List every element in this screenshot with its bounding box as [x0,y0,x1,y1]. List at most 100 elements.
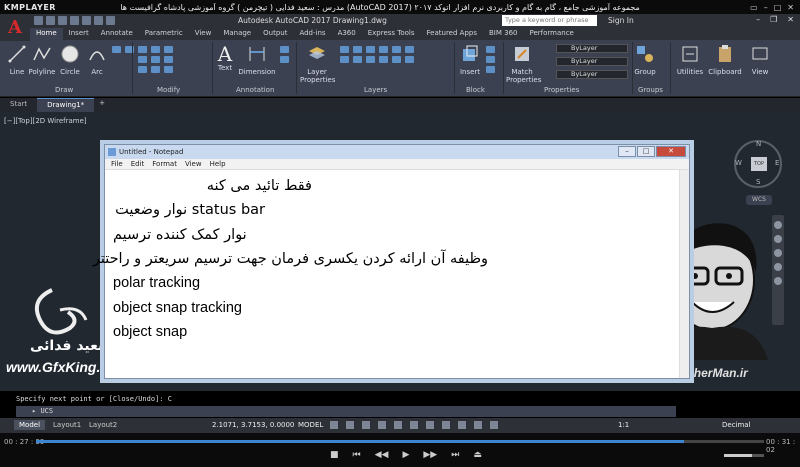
table-icon[interactable] [280,56,289,63]
maximize-icon[interactable]: □ [774,3,782,12]
attribute-icon[interactable] [486,66,495,73]
seek-bar[interactable] [36,440,764,443]
scale-icon[interactable] [151,66,160,73]
notepad-text-area[interactable]: فقط تائید می کنه status bar نوار وضعیت ن… [93,170,689,378]
play-icon[interactable]: ▶ [402,450,409,460]
autocad-app-button[interactable]: A [0,14,30,41]
transparency-icon[interactable] [458,421,466,429]
next-icon[interactable]: ⏭ [451,450,459,460]
tab-layout1[interactable]: Layout1 [48,420,86,430]
ribbon-tab-express-tools[interactable]: Express Tools [362,28,421,40]
units-display[interactable]: Decimal [722,421,751,429]
insert-button[interactable]: Insert [458,44,482,76]
layer-tool-icon[interactable] [379,56,388,63]
copy-icon[interactable] [138,56,147,63]
layer-tool-icon[interactable] [379,46,388,53]
new-tab-plus-icon[interactable]: + [94,98,110,112]
notepad-title-bar[interactable]: Untitled - Notepad – □ ✕ [105,145,689,159]
ribbon-tab-view[interactable]: View [189,28,218,40]
dimension-button[interactable]: Dimension [238,44,276,76]
layer-tool-icon[interactable] [392,56,401,63]
volume-slider[interactable] [724,454,764,457]
viewport-controls[interactable]: [−][Top][2D Wireframe] [4,117,87,125]
tab-drawing1[interactable]: Drawing1* [37,98,95,112]
layer-tool-icon[interactable] [340,46,349,53]
clipboard-button[interactable]: Clipboard [708,44,742,76]
object-snap-icon[interactable] [426,421,434,429]
minimize-icon[interactable]: – [618,146,636,157]
trim-icon[interactable] [164,46,173,53]
menu-edit[interactable]: Edit [131,159,145,169]
open-icon[interactable] [46,16,55,25]
text-button[interactable]: A Text [216,42,234,72]
annotation-visibility-icon[interactable] [490,421,498,429]
restore-icon[interactable]: ❐ [770,15,777,24]
save-icon[interactable] [58,16,67,25]
object-snap-tracking-icon[interactable] [410,421,418,429]
notepad-scrollbar[interactable] [679,170,689,378]
ribbon-tab-a360[interactable]: A360 [332,28,362,40]
viewcube-top-face[interactable]: TOP [751,157,767,171]
create-block-icon[interactable] [486,46,495,53]
model-space-toggle[interactable]: MODEL [298,421,323,429]
polar-tracking-icon[interactable] [378,421,386,429]
plot-icon[interactable] [82,16,91,25]
pin-icon[interactable]: ▭ [750,3,758,12]
selection-cycling-icon[interactable] [474,421,482,429]
saveas-icon[interactable] [70,16,79,25]
rewind-icon[interactable]: ◀◀ [375,450,389,460]
ribbon-tab-manage[interactable]: Manage [217,28,257,40]
tab-start[interactable]: Start [0,98,37,112]
leader-icon[interactable] [280,46,289,53]
ribbon-tab-annotate[interactable]: Annotate [95,28,139,40]
lineweight-icon[interactable] [442,421,450,429]
command-line-input[interactable]: ▸ UCS [16,406,676,417]
group-button[interactable]: Group [634,44,656,76]
stop-icon[interactable]: ■ [330,450,339,460]
minimize-icon[interactable]: – [756,15,760,24]
menu-view[interactable]: View [185,159,202,169]
arc-button[interactable]: Arc [86,44,108,76]
tab-model[interactable]: Model [14,420,46,430]
search-input[interactable]: Type a keyword or phrase [502,15,597,26]
layer-tool-icon[interactable] [340,56,349,63]
ortho-icon[interactable] [362,421,370,429]
close-icon[interactable]: ✕ [656,146,686,157]
match-properties-button[interactable]: Match Properties [506,44,541,84]
edit-block-icon[interactable] [486,56,495,63]
menu-format[interactable]: Format [152,159,177,169]
minimize-icon[interactable]: – [764,3,768,12]
fillet-icon[interactable] [164,56,173,63]
circle-button[interactable]: Circle [58,44,82,76]
mirror-icon[interactable] [151,56,160,63]
snap-icon[interactable] [346,421,354,429]
isodraft-icon[interactable] [394,421,402,429]
ribbon-tab-home[interactable]: Home [30,28,63,40]
layer-tool-icon[interactable] [392,46,401,53]
ribbon-tab-performance[interactable]: Performance [523,28,579,40]
polyline-button[interactable]: Polyline [28,44,56,76]
line-button[interactable]: Line [6,44,28,76]
layer-tool-icon[interactable] [405,46,414,53]
layer-properties-button[interactable]: Layer Properties [300,44,335,84]
undo-icon[interactable] [94,16,103,25]
ribbon-tab-output[interactable]: Output [257,28,293,40]
wcs-menu[interactable]: WCS [746,195,772,205]
utilities-button[interactable]: Utilities [676,44,704,76]
forward-icon[interactable]: ▶▶ [423,450,437,460]
menu-file[interactable]: File [111,159,123,169]
close-icon[interactable]: ✕ [787,3,794,12]
eject-icon[interactable]: ⏏ [473,450,482,460]
linetype-dropdown[interactable]: ByLayer [556,57,628,66]
viewcube[interactable]: TOP N S W E [734,140,782,188]
lineweight-dropdown[interactable]: ByLayer [556,70,628,79]
grid-icon[interactable] [330,421,338,429]
sign-in-link[interactable]: Sign In [608,16,634,25]
layer-tool-icon[interactable] [366,46,375,53]
ribbon-tab-bim-360[interactable]: BIM 360 [483,28,524,40]
ribbon-tab-featured-apps[interactable]: Featured Apps [421,28,483,40]
ribbon-tab-add-ins[interactable]: Add-ins [293,28,331,40]
previous-icon[interactable]: ⏮ [353,450,361,460]
move-icon[interactable] [138,46,147,53]
ribbon-tab-insert[interactable]: Insert [63,28,95,40]
